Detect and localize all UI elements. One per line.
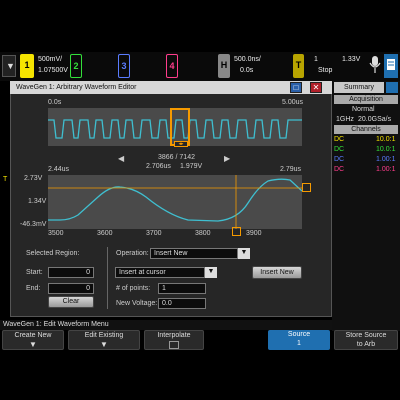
new-voltage-field[interactable]: 0.0 [158, 298, 206, 309]
chevron-down-icon[interactable]: ▼ [238, 248, 250, 259]
ch1-badge[interactable]: 1 [20, 54, 34, 78]
chevron-down-icon: ▼ [100, 340, 108, 349]
point-voltage: 1.979V [180, 163, 203, 170]
next-point-arrow[interactable]: ▶ [224, 154, 230, 163]
operation-select[interactable]: Insert New [150, 248, 238, 259]
start-field[interactable]: 0 [48, 267, 94, 278]
x-tick: 3500 [48, 230, 64, 237]
chevron-down-icon: ▼ [29, 340, 37, 349]
source-softkey[interactable]: Source 1 [268, 330, 330, 350]
overview-start-label: 0.0s [48, 99, 62, 106]
editor-close-button[interactable]: ✕ [310, 82, 322, 93]
summary-menu-icon[interactable] [386, 82, 398, 93]
ch1-coupling: DC [334, 136, 345, 143]
insert-new-button[interactable]: Insert New [252, 266, 302, 279]
end-field[interactable]: 0 [48, 283, 94, 294]
y-axis-top-label: 2.73V [24, 175, 43, 182]
help-icon[interactable] [384, 54, 398, 78]
y-cursor-handle[interactable] [302, 183, 311, 192]
ch4-coupling: DC [334, 166, 345, 173]
ch1-scale[interactable]: 500mV/ [38, 55, 62, 65]
ch1-offset[interactable]: 1.07500V [38, 66, 68, 76]
menu-status-line: WaveGen 1: Edit Waveform Menu [0, 320, 332, 330]
run-state: Stop [318, 67, 333, 74]
ch2-coupling: DC [334, 146, 345, 153]
create-new-softkey[interactable]: Create New ▼ [2, 330, 64, 350]
ch3-badge[interactable]: 3 [118, 54, 130, 78]
divider [107, 247, 108, 309]
zoom-end-label: 2.79us [280, 166, 302, 173]
store-source-softkey[interactable]: Store Source to Arb [334, 330, 398, 350]
store-source-sublabel: to Arb [356, 341, 376, 348]
menu-toggle-button[interactable]: ▼ [2, 55, 16, 77]
zoom-start-label: 2.44us [48, 166, 70, 173]
selected-region-label: Selected Region: [26, 250, 80, 257]
num-points-label: # of points: [116, 285, 151, 292]
source-label: Source [287, 331, 311, 338]
trigger-channel[interactable]: 1 [314, 55, 318, 65]
interpolate-checkbox[interactable] [169, 341, 179, 349]
y-axis-bottom-label: -46.3mV [20, 221, 47, 228]
time-delay[interactable]: 0.0s [240, 66, 253, 76]
end-label: End: [26, 285, 41, 292]
insert-mode-select[interactable]: Insert at cursor [115, 267, 205, 278]
x-tick: 3600 [97, 230, 113, 237]
x-cursor-handle[interactable] [232, 227, 241, 236]
x-tick: 3800 [195, 230, 211, 237]
horizontal-badge[interactable]: H [218, 54, 230, 78]
acquisition-header: Acquisition [334, 95, 398, 104]
zoom-window-handle[interactable]: ◂▸ [174, 141, 188, 147]
operation-label: Operation: [116, 250, 149, 257]
time-scale[interactable]: 500.0ns/ [234, 55, 261, 65]
trigger-badge[interactable]: T [293, 54, 304, 78]
y-axis-mid-label: 1.34V [28, 198, 47, 205]
edit-existing-softkey[interactable]: Edit Existing ▼ [68, 330, 140, 350]
clear-button[interactable]: Clear [48, 296, 94, 308]
ch3-coupling: DC [334, 156, 345, 163]
ch2-probe: 10.0:1 [376, 146, 396, 153]
microphone-icon[interactable] [368, 54, 382, 78]
chevron-down-icon[interactable]: ▼ [205, 267, 217, 278]
chevron-down-icon: ▼ [6, 61, 15, 71]
editor-title: WaveGen 1: Arbitrary Waveform Editor [10, 81, 332, 94]
x-tick: 3900 [246, 230, 262, 237]
interpolate-softkey[interactable]: Interpolate [144, 330, 204, 350]
num-points-field[interactable]: 1 [158, 283, 206, 294]
source-value: 1 [297, 340, 301, 347]
channels-header: Channels [334, 125, 398, 134]
overview-end-label: 5.00us [282, 99, 304, 106]
interpolate-label: Interpolate [157, 332, 191, 339]
ch1-probe: 10.0:1 [376, 136, 396, 143]
zoomed-waveform[interactable] [48, 175, 302, 229]
point-time: 2.706us [146, 163, 171, 170]
ch4-badge[interactable]: 4 [166, 54, 178, 78]
new-voltage-label: New Voltage: [116, 300, 158, 307]
create-new-label: Create New [14, 332, 52, 339]
point-index: 3866 / 7142 [158, 154, 195, 161]
ch3-probe: 1.00:1 [376, 156, 396, 163]
acquisition-rate: 1GHz [336, 116, 354, 123]
sample-rate: 20.0GSa/s [358, 116, 392, 123]
editor-maximize-button[interactable]: □ [290, 82, 302, 93]
x-tick: 3700 [146, 230, 162, 237]
trigger-marker[interactable]: T [3, 176, 7, 183]
start-label: Start: [26, 269, 43, 276]
edit-existing-label: Edit Existing [84, 332, 124, 339]
acquisition-mode: Normal [352, 106, 375, 113]
summary-tab[interactable]: Summary [334, 82, 384, 93]
trigger-level[interactable]: 1.33V [342, 55, 360, 65]
ch2-badge[interactable]: 2 [70, 54, 82, 78]
ch4-probe: 1.00:1 [376, 166, 396, 173]
previous-point-arrow[interactable]: ◀ [118, 154, 124, 163]
store-source-label: Store Source [345, 332, 387, 339]
